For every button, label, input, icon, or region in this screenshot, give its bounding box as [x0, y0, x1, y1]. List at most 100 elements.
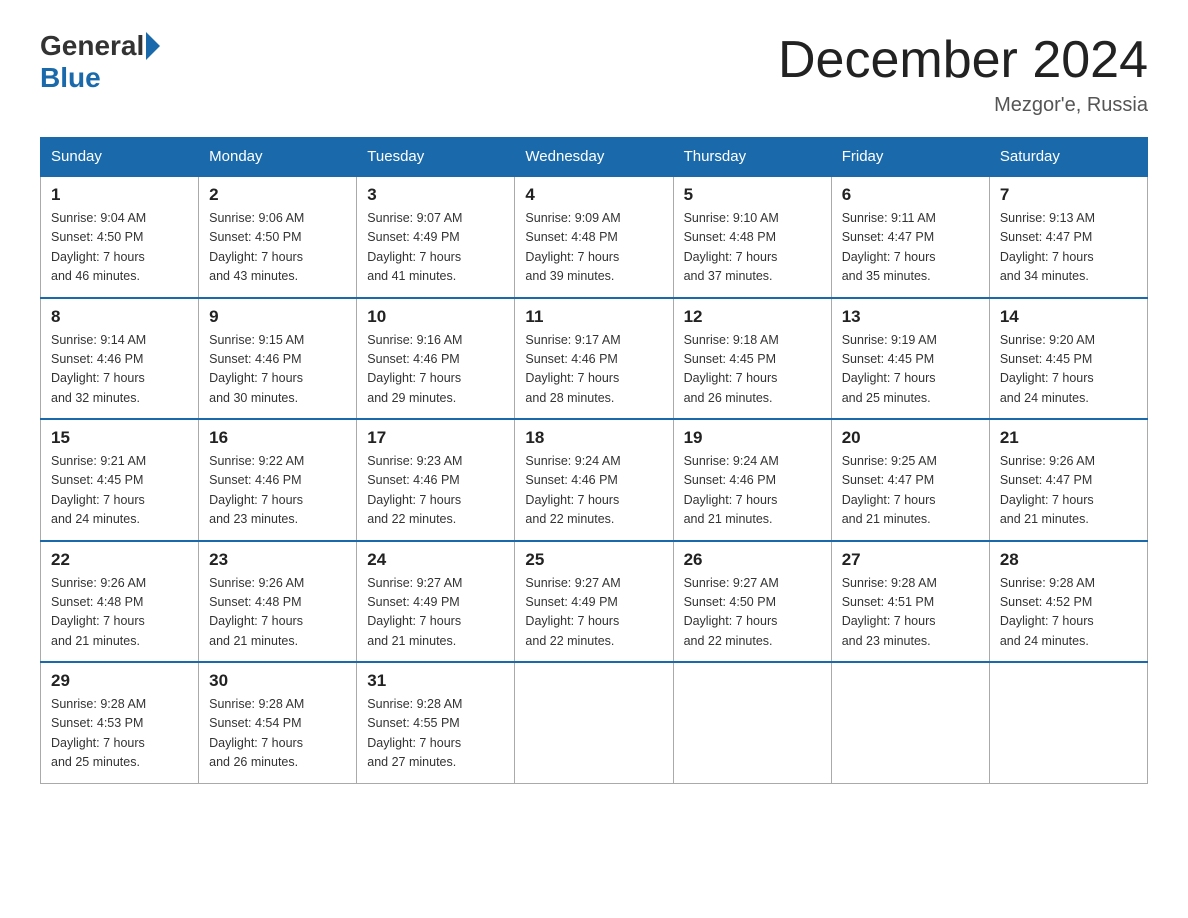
calendar-cell: 4 Sunrise: 9:09 AMSunset: 4:48 PMDaylight… — [515, 176, 673, 298]
day-number: 20 — [842, 428, 979, 448]
day-info: Sunrise: 9:28 AMSunset: 4:51 PMDaylight:… — [842, 574, 979, 652]
calendar-cell: 2 Sunrise: 9:06 AMSunset: 4:50 PMDaylight… — [199, 176, 357, 298]
day-number: 24 — [367, 550, 504, 570]
calendar-header-row: SundayMondayTuesdayWednesdayThursdayFrid… — [41, 138, 1148, 177]
calendar-cell: 10 Sunrise: 9:16 AMSunset: 4:46 PMDayligh… — [357, 298, 515, 420]
calendar-cell: 24 Sunrise: 9:27 AMSunset: 4:49 PMDayligh… — [357, 541, 515, 663]
day-number: 30 — [209, 671, 346, 691]
calendar-week-row: 15 Sunrise: 9:21 AMSunset: 4:45 PMDayligh… — [41, 419, 1148, 541]
day-number: 2 — [209, 185, 346, 205]
day-info: Sunrise: 9:28 AMSunset: 4:52 PMDaylight:… — [1000, 574, 1137, 652]
calendar-cell — [673, 662, 831, 783]
day-info: Sunrise: 9:27 AMSunset: 4:49 PMDaylight:… — [367, 574, 504, 652]
calendar-cell: 14 Sunrise: 9:20 AMSunset: 4:45 PMDayligh… — [989, 298, 1147, 420]
calendar-cell: 29 Sunrise: 9:28 AMSunset: 4:53 PMDayligh… — [41, 662, 199, 783]
calendar-week-row: 1 Sunrise: 9:04 AMSunset: 4:50 PMDaylight… — [41, 176, 1148, 298]
calendar-week-row: 8 Sunrise: 9:14 AMSunset: 4:46 PMDaylight… — [41, 298, 1148, 420]
calendar-cell: 5 Sunrise: 9:10 AMSunset: 4:48 PMDaylight… — [673, 176, 831, 298]
day-info: Sunrise: 9:18 AMSunset: 4:45 PMDaylight:… — [684, 331, 821, 409]
day-info: Sunrise: 9:23 AMSunset: 4:46 PMDaylight:… — [367, 452, 504, 530]
day-number: 3 — [367, 185, 504, 205]
day-info: Sunrise: 9:28 AMSunset: 4:55 PMDaylight:… — [367, 695, 504, 773]
day-number: 14 — [1000, 307, 1137, 327]
title-area: December 2024 Mezgor'e, Russia — [778, 30, 1148, 117]
day-info: Sunrise: 9:24 AMSunset: 4:46 PMDaylight:… — [684, 452, 821, 530]
day-number: 22 — [51, 550, 188, 570]
calendar-cell: 27 Sunrise: 9:28 AMSunset: 4:51 PMDayligh… — [831, 541, 989, 663]
day-number: 29 — [51, 671, 188, 691]
day-number: 6 — [842, 185, 979, 205]
logo: General Blue — [40, 30, 162, 94]
calendar-week-row: 29 Sunrise: 9:28 AMSunset: 4:53 PMDayligh… — [41, 662, 1148, 783]
calendar-cell: 25 Sunrise: 9:27 AMSunset: 4:49 PMDayligh… — [515, 541, 673, 663]
calendar-cell: 6 Sunrise: 9:11 AMSunset: 4:47 PMDaylight… — [831, 176, 989, 298]
calendar-cell: 21Sunrise: 9:26 AMSunset: 4:47 PMDayligh… — [989, 419, 1147, 541]
day-number: 31 — [367, 671, 504, 691]
day-info: Sunrise: 9:16 AMSunset: 4:46 PMDaylight:… — [367, 331, 504, 409]
calendar-cell: 20 Sunrise: 9:25 AMSunset: 4:47 PMDayligh… — [831, 419, 989, 541]
calendar-cell: 22 Sunrise: 9:26 AMSunset: 4:48 PMDayligh… — [41, 541, 199, 663]
day-info: Sunrise: 9:21 AMSunset: 4:45 PMDaylight:… — [51, 452, 188, 530]
day-number: 23 — [209, 550, 346, 570]
calendar-cell: 16 Sunrise: 9:22 AMSunset: 4:46 PMDayligh… — [199, 419, 357, 541]
calendar-cell: 13Sunrise: 9:19 AMSunset: 4:45 PMDayligh… — [831, 298, 989, 420]
day-number: 12 — [684, 307, 821, 327]
day-number: 19 — [684, 428, 821, 448]
calendar-cell: 15 Sunrise: 9:21 AMSunset: 4:45 PMDayligh… — [41, 419, 199, 541]
calendar-header-tuesday: Tuesday — [357, 138, 515, 177]
day-number: 15 — [51, 428, 188, 448]
day-info: Sunrise: 9:15 AMSunset: 4:46 PMDaylight:… — [209, 331, 346, 409]
day-info: Sunrise: 9:20 AMSunset: 4:45 PMDaylight:… — [1000, 331, 1137, 409]
day-info: Sunrise: 9:25 AMSunset: 4:47 PMDaylight:… — [842, 452, 979, 530]
day-number: 8 — [51, 307, 188, 327]
day-info: Sunrise: 9:07 AMSunset: 4:49 PMDaylight:… — [367, 209, 504, 287]
calendar-header-saturday: Saturday — [989, 138, 1147, 177]
day-number: 25 — [525, 550, 662, 570]
calendar-cell: 30 Sunrise: 9:28 AMSunset: 4:54 PMDayligh… — [199, 662, 357, 783]
day-number: 5 — [684, 185, 821, 205]
location: Mezgor'e, Russia — [778, 94, 1148, 117]
logo-arrow-icon — [146, 32, 160, 60]
day-number: 11 — [525, 307, 662, 327]
calendar-header-wednesday: Wednesday — [515, 138, 673, 177]
day-info: Sunrise: 9:06 AMSunset: 4:50 PMDaylight:… — [209, 209, 346, 287]
day-info: Sunrise: 9:22 AMSunset: 4:46 PMDaylight:… — [209, 452, 346, 530]
calendar-cell: 23 Sunrise: 9:26 AMSunset: 4:48 PMDayligh… — [199, 541, 357, 663]
calendar-cell: 8 Sunrise: 9:14 AMSunset: 4:46 PMDaylight… — [41, 298, 199, 420]
calendar-cell: 26Sunrise: 9:27 AMSunset: 4:50 PMDayligh… — [673, 541, 831, 663]
day-number: 17 — [367, 428, 504, 448]
calendar-cell: 3 Sunrise: 9:07 AMSunset: 4:49 PMDaylight… — [357, 176, 515, 298]
logo-blue: Blue — [40, 62, 101, 94]
day-info: Sunrise: 9:09 AMSunset: 4:48 PMDaylight:… — [525, 209, 662, 287]
day-number: 10 — [367, 307, 504, 327]
day-info: Sunrise: 9:28 AMSunset: 4:54 PMDaylight:… — [209, 695, 346, 773]
day-number: 27 — [842, 550, 979, 570]
day-number: 16 — [209, 428, 346, 448]
day-info: Sunrise: 9:14 AMSunset: 4:46 PMDaylight:… — [51, 331, 188, 409]
day-info: Sunrise: 9:13 AMSunset: 4:47 PMDaylight:… — [1000, 209, 1137, 287]
calendar-cell — [515, 662, 673, 783]
logo-text: General — [40, 30, 162, 62]
calendar-cell: 7 Sunrise: 9:13 AMSunset: 4:47 PMDaylight… — [989, 176, 1147, 298]
day-number: 26 — [684, 550, 821, 570]
day-info: Sunrise: 9:04 AMSunset: 4:50 PMDaylight:… — [51, 209, 188, 287]
day-number: 1 — [51, 185, 188, 205]
calendar-cell: 28Sunrise: 9:28 AMSunset: 4:52 PMDayligh… — [989, 541, 1147, 663]
day-info: Sunrise: 9:11 AMSunset: 4:47 PMDaylight:… — [842, 209, 979, 287]
logo-general: General — [40, 30, 144, 62]
day-info: Sunrise: 9:26 AMSunset: 4:47 PMDaylight:… — [1000, 452, 1137, 530]
day-number: 13 — [842, 307, 979, 327]
calendar-cell — [831, 662, 989, 783]
calendar-cell — [989, 662, 1147, 783]
day-info: Sunrise: 9:27 AMSunset: 4:49 PMDaylight:… — [525, 574, 662, 652]
day-number: 4 — [525, 185, 662, 205]
day-info: Sunrise: 9:26 AMSunset: 4:48 PMDaylight:… — [51, 574, 188, 652]
calendar-cell: 18Sunrise: 9:24 AMSunset: 4:46 PMDayligh… — [515, 419, 673, 541]
day-info: Sunrise: 9:28 AMSunset: 4:53 PMDaylight:… — [51, 695, 188, 773]
day-info: Sunrise: 9:26 AMSunset: 4:48 PMDaylight:… — [209, 574, 346, 652]
day-info: Sunrise: 9:10 AMSunset: 4:48 PMDaylight:… — [684, 209, 821, 287]
calendar-cell: 1 Sunrise: 9:04 AMSunset: 4:50 PMDaylight… — [41, 176, 199, 298]
day-number: 7 — [1000, 185, 1137, 205]
calendar-week-row: 22 Sunrise: 9:26 AMSunset: 4:48 PMDayligh… — [41, 541, 1148, 663]
month-title: December 2024 — [778, 30, 1148, 90]
